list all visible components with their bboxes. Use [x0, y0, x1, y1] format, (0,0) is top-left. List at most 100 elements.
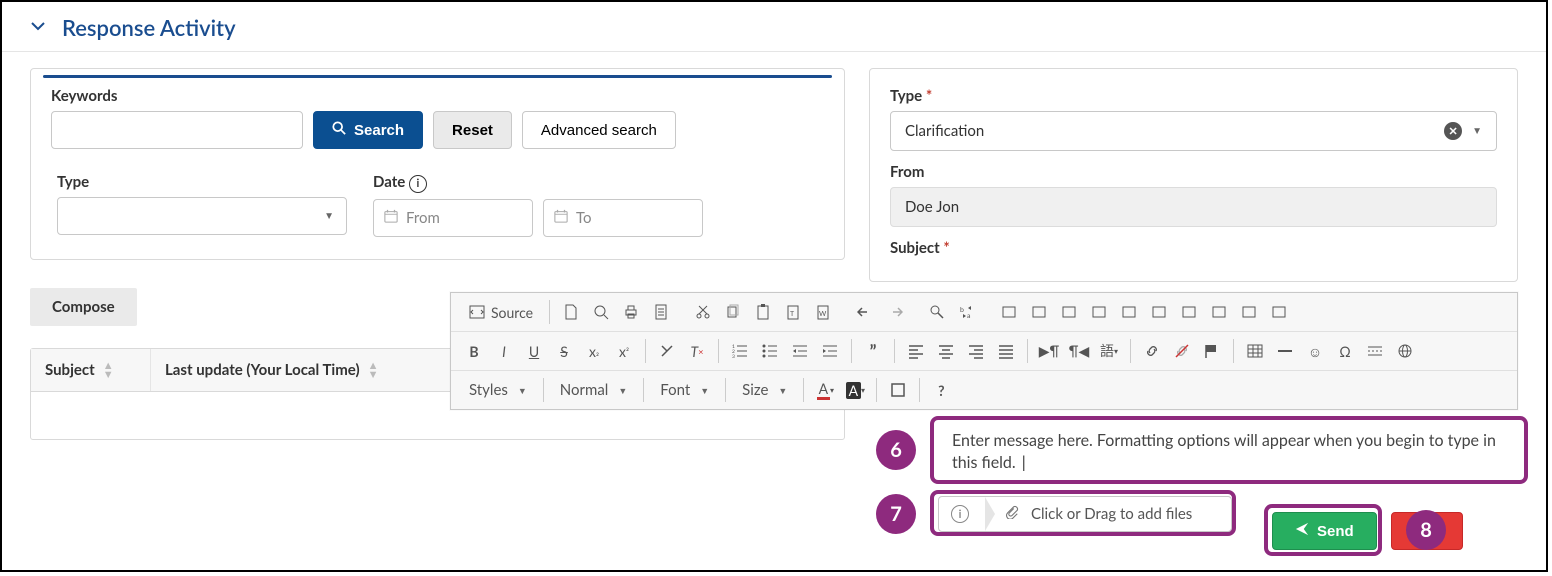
styles-dropdown[interactable]: Styles▼ — [459, 376, 537, 404]
image-field-icon[interactable] — [1265, 298, 1293, 326]
italic-button[interactable]: I — [490, 337, 518, 365]
info-icon[interactable]: i — [951, 505, 969, 523]
date-from-input[interactable]: From — [373, 199, 533, 237]
strike-button[interactable]: S — [550, 337, 578, 365]
size-label: Size — [742, 381, 768, 399]
table-button[interactable] — [1241, 337, 1269, 365]
hidden-field-icon[interactable] — [1235, 298, 1263, 326]
text-color-button[interactable]: A▾ — [811, 376, 839, 404]
replace-icon[interactable]: ba — [953, 298, 981, 326]
undo-icon[interactable] — [851, 298, 879, 326]
align-center-button[interactable] — [932, 337, 960, 365]
superscript-button[interactable]: x² — [610, 337, 638, 365]
page-break-button[interactable] — [1361, 337, 1389, 365]
ul-button[interactable] — [756, 337, 784, 365]
select-icon[interactable] — [1175, 298, 1203, 326]
cancel-button[interactable]: el — [1391, 512, 1464, 550]
preview-icon[interactable] — [587, 298, 615, 326]
info-icon[interactable]: i — [409, 175, 427, 193]
new-page-icon[interactable] — [557, 298, 585, 326]
template-icon[interactable] — [647, 298, 675, 326]
caret-down-icon: ▼ — [324, 210, 334, 222]
unlink-button[interactable] — [1168, 337, 1196, 365]
ol-button[interactable]: 123 — [726, 337, 754, 365]
font-dropdown[interactable]: Font▼ — [650, 376, 719, 404]
button-field-icon[interactable] — [1205, 298, 1233, 326]
message-body[interactable]: Enter message here. Formatting options w… — [938, 422, 1522, 480]
advanced-search-button[interactable]: Advanced search — [522, 111, 676, 149]
outdent-button[interactable] — [786, 337, 814, 365]
keyword-row: Search Reset Advanced search — [51, 111, 824, 149]
form-icon[interactable] — [995, 298, 1023, 326]
rte-row-2: B I U S x₂ x² T× 123 ” ▶¶ ¶◀ 語▾ — [451, 332, 1517, 371]
smiley-button[interactable]: ☺ — [1301, 337, 1329, 365]
rtl-button[interactable]: ¶◀ — [1065, 337, 1093, 365]
align-right-button[interactable] — [962, 337, 990, 365]
remove-format-button[interactable]: T× — [683, 337, 711, 365]
search-button[interactable]: Search — [313, 111, 423, 149]
redo-icon[interactable] — [881, 298, 909, 326]
action-buttons: Send el — [1272, 512, 1463, 550]
reset-button[interactable]: Reset — [433, 111, 512, 149]
subscript-button[interactable]: x₂ — [580, 337, 608, 365]
hr-button[interactable] — [1271, 337, 1299, 365]
separator — [919, 378, 920, 402]
keywords-input[interactable] — [51, 111, 303, 149]
copy-icon[interactable] — [719, 298, 747, 326]
paste-word-icon[interactable]: W — [809, 298, 837, 326]
type-select[interactable]: Clarification ✕ ▼ — [890, 111, 1497, 151]
subject-label: Subject — [890, 239, 1497, 257]
separator — [1130, 339, 1131, 363]
align-justify-button[interactable] — [992, 337, 1020, 365]
clear-icon[interactable]: ✕ — [1444, 122, 1462, 140]
special-char-button[interactable]: Ω — [1331, 337, 1359, 365]
text-field-icon[interactable] — [1115, 298, 1143, 326]
find-icon[interactable] — [923, 298, 951, 326]
bold-button[interactable]: B — [460, 337, 488, 365]
rte-row-1: Source TWba — [451, 293, 1517, 332]
maximize-button[interactable] — [884, 376, 912, 404]
from-label: From — [890, 163, 1497, 181]
print-icon[interactable] — [617, 298, 645, 326]
section-header[interactable]: Response Activity — [2, 2, 1546, 52]
paste-icon[interactable] — [749, 298, 777, 326]
checkbox-icon[interactable] — [1055, 298, 1083, 326]
separator — [643, 378, 644, 402]
send-button[interactable]: Send — [1272, 512, 1377, 550]
checkbox-list-icon[interactable] — [1025, 298, 1053, 326]
type-value: Clarification — [905, 122, 984, 140]
svg-text:a: a — [967, 312, 971, 320]
styles-label: Styles — [469, 381, 508, 399]
align-left-button[interactable] — [902, 337, 930, 365]
compose-button[interactable]: Compose — [30, 288, 137, 326]
anchor-button[interactable] — [1198, 337, 1226, 365]
source-button[interactable]: Source — [460, 298, 542, 326]
date-to-input[interactable]: To — [543, 199, 703, 237]
message-text: Enter message here. Formatting options w… — [952, 431, 1496, 472]
col-subject[interactable]: Subject ▲▼ — [31, 349, 151, 391]
bg-color-button[interactable]: A▾ — [841, 376, 869, 404]
format-dropdown[interactable]: Normal▼ — [550, 376, 637, 404]
radio-icon[interactable] — [1085, 298, 1113, 326]
language-button[interactable]: 語▾ — [1095, 337, 1123, 365]
col-last-update[interactable]: Last update (Your Local Time) ▲▼ — [151, 349, 451, 391]
ltr-button[interactable]: ▶¶ — [1035, 337, 1063, 365]
search-button-label: Search — [354, 122, 404, 139]
indent-button[interactable] — [816, 337, 844, 365]
clear-format-button[interactable] — [653, 337, 681, 365]
cut-icon[interactable] — [689, 298, 717, 326]
type-filter-select[interactable]: ▼ — [57, 197, 347, 235]
size-dropdown[interactable]: Size▼ — [732, 376, 797, 404]
iframe-button[interactable] — [1391, 337, 1419, 365]
cancel-label-tail: el — [1432, 523, 1445, 540]
textarea-icon[interactable] — [1145, 298, 1173, 326]
blockquote-button[interactable]: ” — [859, 337, 887, 365]
date-label-text: Date — [373, 173, 405, 191]
paste-text-icon[interactable]: T — [779, 298, 807, 326]
link-button[interactable] — [1138, 337, 1166, 365]
file-drop-zone[interactable]: i Click or Drag to add files — [938, 496, 1232, 532]
underline-button[interactable]: U — [520, 337, 548, 365]
type-filter-group: Type ▼ — [57, 173, 347, 237]
app-frame: Response Activity Keywords Search Reset — [0, 0, 1548, 572]
help-button[interactable]: ? — [927, 376, 955, 404]
